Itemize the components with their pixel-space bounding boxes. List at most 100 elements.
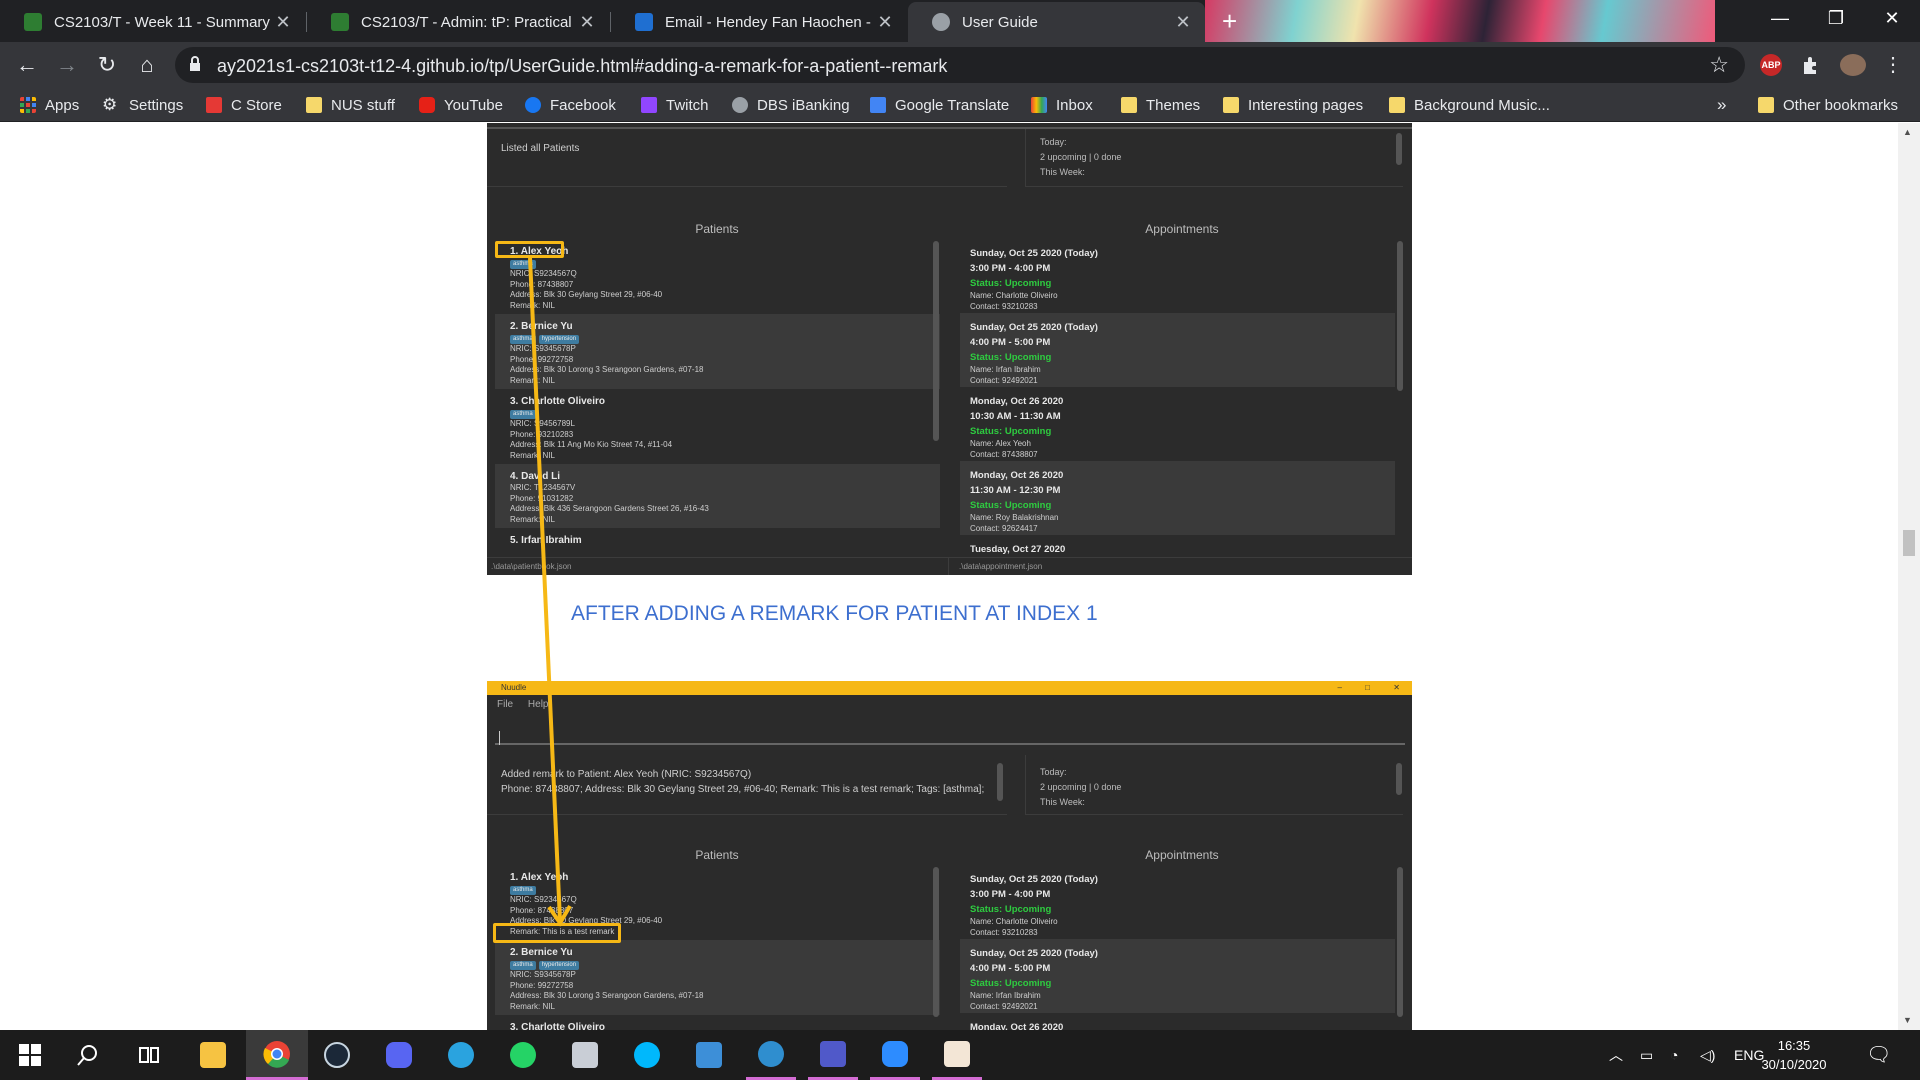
bookmark-c-store[interactable]: C Store	[206, 94, 282, 116]
discord-icon[interactable]	[374, 1030, 424, 1080]
home-button[interactable]: ⌂	[132, 50, 162, 80]
battery-icon[interactable]: ▭	[1640, 1030, 1653, 1080]
windows-taskbar: ︿ ▭ ◔ ◁) ENG 16:35 30/10/2020 🗨	[0, 1030, 1920, 1080]
page-scrollbar[interactable]: ▲ ▼	[1898, 123, 1920, 1030]
back-button[interactable]: ←	[12, 50, 42, 80]
app-menu-bar: File Help	[497, 699, 548, 710]
bookmark-dbs[interactable]: DBS iBanking	[732, 94, 850, 116]
more-bookmarks-icon[interactable]: »	[1717, 94, 1726, 116]
result-text: Listed all Patients	[501, 143, 580, 154]
notifications-icon[interactable]: 🗨	[1866, 1030, 1891, 1080]
tab-email[interactable]: Email - Hendey Fan Haochen - O ✕	[611, 2, 907, 42]
task-view-icon[interactable]	[124, 1030, 174, 1080]
globe-icon	[932, 13, 950, 31]
patient-card[interactable]: 2. Bernice Yu asthma hypertension NRIC: S…	[495, 940, 940, 1015]
telegram-icon[interactable]	[436, 1030, 486, 1080]
stat-line: Today:	[1040, 137, 1067, 147]
bookmark-background-music[interactable]: Background Music...	[1389, 94, 1550, 116]
tab-week11-summary[interactable]: CS2103/T - Week 11 - Summary ✕	[0, 2, 305, 42]
appointment-card[interactable]: Tuesday, Oct 27 2020	[960, 535, 1395, 555]
clock[interactable]: 16:35 30/10/2020	[1758, 1036, 1830, 1074]
tag: asthma	[510, 410, 536, 419]
remark-highlight-after	[493, 923, 621, 943]
bookmark-facebook[interactable]: Facebook	[525, 94, 616, 116]
bookmark-star-icon[interactable]: ☆	[1709, 52, 1729, 78]
translate-icon	[870, 97, 886, 113]
profile-avatar[interactable]	[1840, 54, 1866, 76]
tab-title: CS2103/T - Admin: tP: Practical E	[361, 13, 575, 31]
appointment-card[interactable]: Monday, Oct 26 2020 10:30 AM - 11:30 AM …	[960, 387, 1395, 461]
notepad-icon[interactable]	[684, 1030, 734, 1080]
bookmark-label: DBS iBanking	[757, 96, 850, 114]
folder-app-icon[interactable]	[560, 1030, 610, 1080]
bookmark-google-translate[interactable]: Google Translate	[870, 94, 1009, 116]
patient-card[interactable]: 2. Bernice Yu asthma hypertension NRIC: S…	[495, 314, 940, 389]
bookmark-inbox[interactable]: Inbox	[1031, 94, 1093, 116]
appointment-card[interactable]: Monday, Oct 26 2020 11:30 AM - 12:30 PM …	[960, 461, 1395, 535]
scroll-up-icon[interactable]: ▲	[1903, 127, 1912, 137]
bookmark-twitch[interactable]: Twitch	[641, 94, 709, 116]
extensions-icon[interactable]	[1800, 54, 1822, 76]
bookmark-apps[interactable]: Apps	[20, 94, 79, 116]
adblock-icon[interactable]: ABP	[1760, 54, 1782, 76]
patient-card[interactable]: 4. David Li NRIC: T1234567V Phone: 91031…	[495, 464, 940, 528]
patient-list: 1. Alex Yeoh asthma NRIC: S9234567Q Phon…	[495, 865, 940, 1030]
reload-button[interactable]: ↻	[92, 50, 122, 80]
status-bar-right: .\data\appointment.json	[949, 557, 1412, 575]
chat-icon[interactable]	[746, 1030, 796, 1080]
bookmark-themes[interactable]: Themes	[1121, 94, 1200, 116]
appointment-card[interactable]: Sunday, Oct 25 2020 (Today) 3:00 PM - 4:…	[960, 865, 1395, 939]
close-tab-icon[interactable]: ✕	[873, 12, 897, 33]
app-close-icon: ✕	[1393, 683, 1400, 692]
start-icon[interactable]	[5, 1030, 55, 1080]
clock-time: 16:35	[1777, 1038, 1811, 1053]
logitech-icon[interactable]	[622, 1030, 672, 1080]
scrollbar-thumb[interactable]	[1903, 530, 1915, 556]
volume-icon[interactable]: ◁)	[1700, 1030, 1715, 1080]
new-tab-button[interactable]: +	[1222, 6, 1237, 37]
browser-toolbar: ← → ↻ ⌂ ay2021s1-cs2103t-t12-4.github.io…	[0, 42, 1920, 88]
appointment-card[interactable]: Sunday, Oct 25 2020 (Today) 4:00 PM - 5:…	[960, 939, 1395, 1013]
forward-button[interactable]: →	[52, 50, 82, 80]
chrome-menu-icon[interactable]: ⋮	[1878, 50, 1908, 80]
scroll-down-icon[interactable]: ▼	[1903, 1015, 1912, 1025]
result-line: Phone: 87438807; Address: Blk 30 Geylang…	[501, 784, 985, 795]
tab-strip: CS2103/T - Week 11 - Summary ✕ CS2103/T …	[0, 0, 1920, 42]
tab-title: Email - Hendey Fan Haochen - O	[665, 13, 873, 31]
restore-button[interactable]: ❐	[1808, 0, 1864, 36]
status-bar-left: .\data\patientbook.json	[487, 557, 949, 575]
close-tab-icon[interactable]: ✕	[575, 12, 599, 33]
close-tab-icon[interactable]: ✕	[1171, 12, 1195, 33]
bookmark-nus-stuff[interactable]: NUS stuff	[306, 94, 395, 116]
tag: asthma	[510, 961, 536, 970]
patient-card[interactable]: 5. Irfan Ibrahim	[495, 528, 940, 555]
bookmark-youtube[interactable]: YouTube	[419, 94, 503, 116]
tab-admin-tp[interactable]: CS2103/T - Admin: tP: Practical E ✕	[307, 2, 609, 42]
page-content[interactable]: Listed all Patients Today: 2 upcoming | …	[0, 123, 1898, 1030]
other-bookmarks[interactable]: Other bookmarks	[1758, 94, 1898, 116]
patient-card[interactable]: 3. Charlotte Oliveiro	[495, 1015, 940, 1030]
appointment-card[interactable]: Sunday, Oct 25 2020 (Today) 4:00 PM - 5:…	[960, 313, 1395, 387]
address-bar[interactable]: ay2021s1-cs2103t-t12-4.github.io/tp/User…	[175, 47, 1745, 83]
zoom-icon[interactable]	[870, 1030, 920, 1080]
whatsapp-icon[interactable]	[498, 1030, 548, 1080]
steam-icon[interactable]	[312, 1030, 362, 1080]
chrome-icon[interactable]	[246, 1030, 308, 1080]
appointment-card[interactable]: Monday, Oct 26 2020	[960, 1013, 1395, 1030]
appointments-title: Appointments	[1145, 848, 1219, 862]
patient-card[interactable]: 3. Charlotte Oliveiro asthma NRIC: S9456…	[495, 389, 940, 464]
patients-title: Patients	[695, 222, 739, 236]
close-tab-icon[interactable]: ✕	[271, 12, 295, 33]
teams-icon[interactable]	[808, 1030, 858, 1080]
file-explorer-icon[interactable]	[188, 1030, 238, 1080]
show-hidden-icons[interactable]: ︿	[1609, 1030, 1623, 1080]
search-icon[interactable]	[63, 1030, 113, 1080]
close-window-button[interactable]: ✕	[1864, 0, 1920, 36]
bookmark-interesting-pages[interactable]: Interesting pages	[1223, 94, 1363, 116]
minimize-button[interactable]: —	[1752, 0, 1808, 36]
app-icon[interactable]	[932, 1030, 982, 1080]
appointment-card[interactable]: Sunday, Oct 25 2020 (Today) 3:00 PM - 4:…	[960, 239, 1395, 313]
bookmark-settings[interactable]: ⚙ Settings	[102, 94, 183, 116]
wifi-icon[interactable]: ◔	[1670, 1030, 1678, 1080]
tab-user-guide[interactable]: User Guide ✕	[908, 2, 1205, 42]
